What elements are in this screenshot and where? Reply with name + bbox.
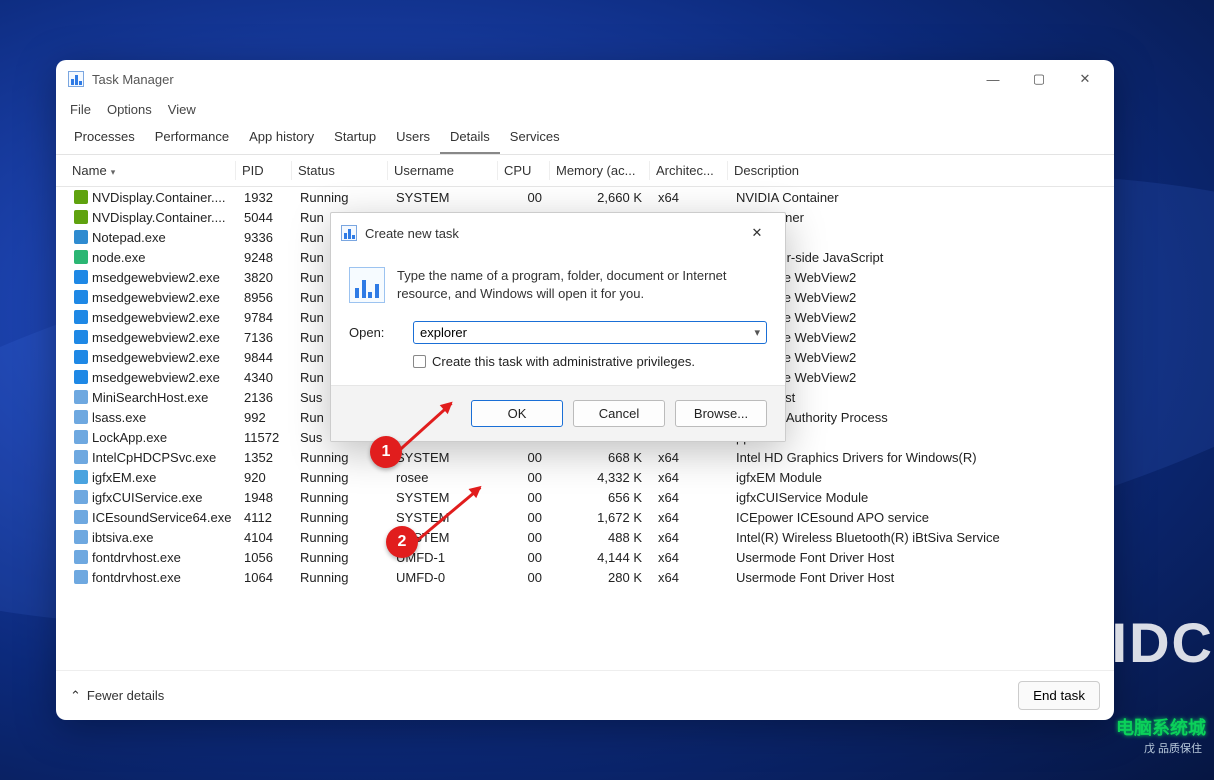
- minimize-button[interactable]: —: [970, 63, 1016, 95]
- watermark-sub: 戊 品质保住: [1144, 740, 1202, 756]
- col-name[interactable]: Name▾: [66, 161, 236, 180]
- menu-options[interactable]: Options: [107, 102, 152, 117]
- col-status[interactable]: Status: [292, 161, 388, 180]
- close-button[interactable]: ✕: [1062, 63, 1108, 95]
- watermark-big: /IDC: [1094, 610, 1214, 675]
- app-icon: [68, 71, 84, 87]
- tab-processes[interactable]: Processes: [64, 123, 145, 154]
- admin-checkbox[interactable]: [413, 355, 426, 368]
- menubar: File Options View: [56, 98, 1114, 123]
- create-new-task-dialog: Create new task ✕ Type the name of a pro…: [330, 212, 786, 442]
- table-row[interactable]: fontdrvhost.exe1056RunningUMFD-1004,144 …: [58, 547, 1112, 567]
- run-large-icon: [349, 267, 385, 303]
- table-row[interactable]: IntelCpHDCPSvc.exe1352RunningSYSTEM00668…: [58, 447, 1112, 467]
- browse-button[interactable]: Browse...: [675, 400, 767, 427]
- table-row[interactable]: fontdrvhost.exe1064RunningUMFD-000280 Kx…: [58, 567, 1112, 587]
- table-row[interactable]: ICEsoundService64.exe4112RunningSYSTEM00…: [58, 507, 1112, 527]
- col-cpu[interactable]: CPU: [498, 161, 550, 180]
- dialog-description: Type the name of a program, folder, docu…: [397, 267, 767, 303]
- end-task-button[interactable]: End task: [1018, 681, 1100, 710]
- col-username[interactable]: Username: [388, 161, 498, 180]
- dialog-title: Create new task: [365, 226, 459, 241]
- titlebar[interactable]: Task Manager — ▢ ✕: [56, 60, 1114, 98]
- dialog-close-button[interactable]: ✕: [739, 221, 775, 245]
- chevron-down-icon[interactable]: ▾: [754, 326, 760, 339]
- ok-button[interactable]: OK: [471, 400, 563, 427]
- maximize-button[interactable]: ▢: [1016, 63, 1062, 95]
- run-icon: [341, 225, 357, 241]
- open-combobox[interactable]: ▾: [413, 321, 767, 344]
- tab-startup[interactable]: Startup: [324, 123, 386, 154]
- tab-users[interactable]: Users: [386, 123, 440, 154]
- watermark-brand: 电脑系统城: [1116, 714, 1206, 740]
- chevron-up-icon: ⌃: [70, 688, 81, 704]
- menu-file[interactable]: File: [70, 102, 91, 117]
- tab-app-history[interactable]: App history: [239, 123, 324, 154]
- annotation-bubble-2: 2: [386, 526, 418, 558]
- tabs: Processes Performance App history Startu…: [56, 123, 1114, 155]
- tab-services[interactable]: Services: [500, 123, 570, 154]
- table-row[interactable]: ibtsiva.exe4104RunningSYSTEM00488 Kx64In…: [58, 527, 1112, 547]
- tab-details[interactable]: Details: [440, 123, 500, 154]
- tab-performance[interactable]: Performance: [145, 123, 239, 154]
- col-pid[interactable]: PID: [236, 161, 292, 180]
- col-memory[interactable]: Memory (ac...: [550, 161, 650, 180]
- fewer-details-button[interactable]: ⌃ Fewer details: [70, 688, 164, 704]
- table-row[interactable]: NVDisplay.Container....1932RunningSYSTEM…: [58, 187, 1112, 207]
- col-desc[interactable]: Description: [728, 161, 1104, 180]
- menu-view[interactable]: View: [168, 102, 196, 117]
- open-input[interactable]: [420, 325, 754, 340]
- table-row[interactable]: igfxCUIService.exe1948RunningSYSTEM00656…: [58, 487, 1112, 507]
- annotation-bubble-1: 1: [370, 436, 402, 468]
- table-row[interactable]: igfxEM.exe920Runningrosee004,332 Kx64igf…: [58, 467, 1112, 487]
- admin-label: Create this task with administrative pri…: [432, 354, 695, 369]
- cancel-button[interactable]: Cancel: [573, 400, 665, 427]
- window-title: Task Manager: [92, 72, 174, 87]
- open-label: Open:: [349, 325, 399, 340]
- table-header[interactable]: Name▾ PID Status Username CPU Memory (ac…: [56, 155, 1114, 187]
- col-arch[interactable]: Architec...: [650, 161, 728, 180]
